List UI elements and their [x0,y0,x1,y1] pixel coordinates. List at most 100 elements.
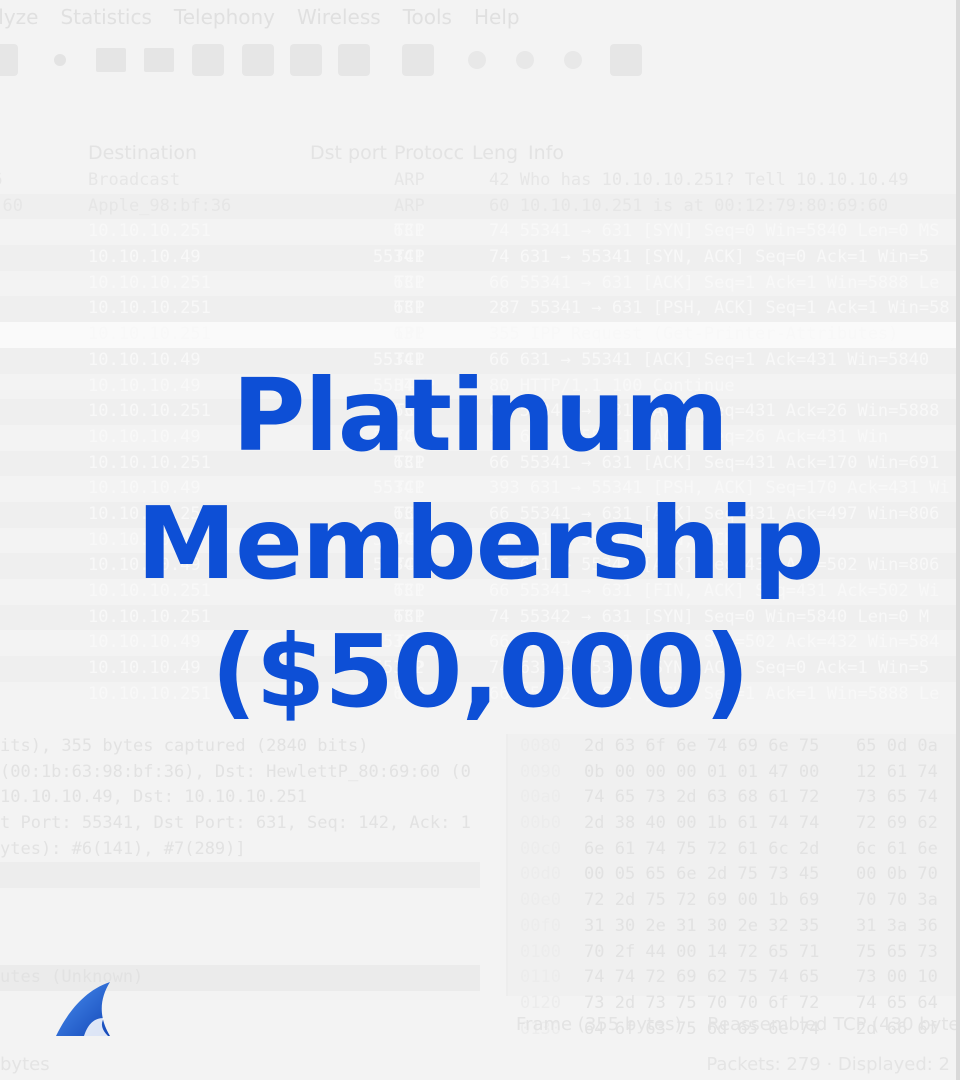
bytes-hex: 74 74 72 69 62 75 74 65 [584,967,820,988]
bytes-hex: 0b 00 00 00 01 01 47 00 [584,761,820,782]
bytes-row[interactable]: 00d0 00 05 65 6e 2d 75 73 45 00 0b 70 [508,862,960,888]
packet-destination: 10.10.10.251 [88,298,211,319]
bytes-row[interactable]: 00c0 6e 61 74 75 72 61 6c 2d 6c 61 6e [508,837,960,863]
packet-destination: 10.10.10.251 [88,221,211,242]
tab-reassembled-tcp[interactable]: Reassembled TCP (430 byte [707,1014,959,1035]
bytes-row[interactable]: 0090 0b 00 00 00 01 01 47 00 12 61 74 [508,760,960,786]
membership-headline: Platinum Membership ($50,000) [0,352,960,736]
menu-item[interactable]: Tools [403,0,452,34]
bytes-tabs: Frame (355 bytes) Reassembled TCP (430 b… [516,1014,960,1035]
bytes-hex: 72 69 62 [856,813,938,834]
bytes-hex: 31 30 2e 31 30 2e 32 35 [584,915,820,936]
resize-columns-icon[interactable] [610,44,642,76]
packet-destination: 10.10.10.49 [88,247,201,268]
go-to-packet-icon[interactable] [192,44,224,76]
detail-row[interactable] [0,862,480,889]
menu-item[interactable]: alyze [0,0,38,34]
bytes-row[interactable]: 0110 74 74 72 69 62 75 74 65 73 00 10 [508,965,960,991]
menu-item[interactable]: Statistics [60,0,151,34]
table-row[interactable]: 36 Broadcast ARP 42 Who has 10.10.10.251? T… [0,168,960,194]
detail-row[interactable]: ytes): #6(141), #7(289)] [0,837,480,863]
packet-protocol: IPP [394,324,425,345]
back-arrow-icon[interactable] [96,48,126,72]
bytes-row[interactable]: 0080 2d 63 6f 6e 74 69 6e 75 65 0d 0a [508,734,960,760]
packet-protocol: TCP [394,272,425,293]
bytes-hex: 31 3a 36 [856,915,938,936]
autoscroll-icon[interactable] [338,44,370,76]
bytes-offset: 00b0 [520,813,561,834]
packet-details: its), 355 bytes captured (2840 bits) (00:… [0,734,480,994]
packet-info: 74 631 → 55341 [SYN, ACK] Seq=0 Ack=1 Wi… [489,247,930,268]
column-length[interactable]: Leng [472,138,518,168]
headline-line-2: Membership [136,485,825,602]
shark-fin-icon [56,982,110,1036]
bytes-row[interactable]: 00f0 31 30 2e 31 30 2e 32 35 31 3a 36 [508,914,960,940]
column-dst-port[interactable]: Dst port [310,138,387,168]
bytes-hex: 73 65 74 [856,787,938,808]
forward-arrow-icon[interactable] [144,48,174,72]
bytes-offset: 00c0 [520,838,561,859]
packet-info: 74 55341 → 631 [SYN] Seq=0 Win=5840 Len=… [489,221,940,242]
packet-info: 42 Who has 10.10.10.251? Tell 10.10.10.4… [489,170,909,190]
column-destination[interactable]: Destination [88,138,197,168]
column-protocol[interactable]: Protocc [394,138,464,168]
packet-info: 60 10.10.10.251 is at 00:12:79:80:69:60 [489,195,889,216]
tab-frame[interactable]: Frame (355 bytes) [516,1014,682,1035]
table-row[interactable]: 10.10.10.251 631 IPP 355 IPP Request (Get-P… [0,322,960,348]
bytes-hex: 73 00 10 [856,967,938,988]
first-packet-icon[interactable] [242,44,274,76]
menu-item[interactable]: Telephony [174,0,275,34]
bytes-row[interactable]: 0120 73 2d 73 75 70 70 6f 72 74 65 64 [508,991,960,1017]
packet-info: 66 55341 → 631 [ACK] Seq=1 Ack=1 Win=588… [489,272,940,293]
bytes-hex: 75 65 73 [856,941,938,962]
table-row[interactable]: 9:60 Apple_98:bf:36 ARP 60 10.10.10.251 is … [0,193,960,220]
save-icon[interactable] [0,44,18,76]
bytes-offset: 00a0 [520,787,561,808]
bytes-row[interactable]: 0100 70 2f 44 00 14 72 65 71 75 65 73 [508,940,960,966]
table-row[interactable]: 10.10.10.251 631 TCP 66 55341 → 631 [ACK] S… [0,271,960,297]
bytes-row[interactable]: 00e0 72 2d 75 72 69 00 1b 69 70 70 3a [508,888,960,914]
bytes-hex: 6c 61 6e [856,838,938,859]
bytes-offset: 0120 [520,992,561,1013]
bytes-row[interactable]: 00a0 74 65 73 2d 63 68 61 72 73 65 74 [508,785,960,811]
reload-icon[interactable] [54,54,66,66]
bytes-row[interactable]: 00b0 2d 38 40 00 1b 61 74 74 72 69 62 [508,811,960,837]
packet-bytes: 0080 2d 63 6f 6e 74 69 6e 75 65 0d 0a 0090 0… [506,734,960,1039]
last-packet-icon[interactable] [290,44,322,76]
table-row[interactable]: 10.10.10.251 631 TCP 287 55341 → 631 [PSH, … [0,296,960,323]
packet-destination: 10.10.10.251 [88,272,211,293]
bytes-hex: 72 2d 75 72 69 00 1b 69 [584,890,820,911]
detail-row[interactable] [0,888,480,914]
table-row[interactable]: 10.10.10.251 631 TCP 74 55341 → 631 [SYN] S… [0,219,960,245]
bytes-offset: 0090 [520,761,561,782]
menu-item[interactable]: Wireless [297,0,381,34]
packet-info: 355 IPP Request (Get-Printer-Attributes) [489,324,899,345]
detail-row[interactable] [0,940,480,966]
zoom-out-icon[interactable] [516,51,534,69]
normal-size-icon[interactable] [564,51,582,69]
packet-protocol: ARP [394,195,425,216]
detail-row[interactable]: its), 355 bytes captured (2840 bits) [0,734,480,760]
bytes-hex: 74 65 73 2d 63 68 61 72 [584,787,820,808]
menu-item[interactable]: Help [474,0,520,34]
packet-destination: Apple_98:bf:36 [88,195,232,216]
status-bar: bytes Packets: 279 · Displayed: 2 [0,1050,960,1080]
detail-row[interactable]: (00:1b:63:98:bf:36), Dst: HewlettP_80:69… [0,760,480,786]
detail-row[interactable]: t Port: 55341, Dst Port: 631, Seq: 142, … [0,811,480,837]
bytes-hex: 73 2d 73 75 70 70 6f 72 [584,992,820,1013]
detail-row[interactable] [0,914,480,940]
packet-source: 36 [0,168,2,194]
packet-protocol: ARP [394,170,425,190]
packet-protocol: TCP [394,298,425,319]
zoom-in-icon[interactable] [468,51,486,69]
packet-protocol: TCP [394,247,425,268]
colorize-icon[interactable] [402,44,434,76]
detail-row[interactable]: 10.10.10.49, Dst: 10.10.10.251 [0,785,480,811]
bytes-hex: 2d 63 6f 6e 74 69 6e 75 [584,736,820,756]
bytes-offset: 00f0 [520,915,561,936]
status-left-text: bytes [0,1054,50,1075]
packet-list-header: Destination Dst port Protocc Leng Info [0,138,960,168]
table-row[interactable]: 10.10.10.49 55341 TCP 74 631 → 55341 [SYN, … [0,245,960,271]
bytes-hex: 74 65 64 [856,992,938,1013]
column-info[interactable]: Info [528,138,564,168]
